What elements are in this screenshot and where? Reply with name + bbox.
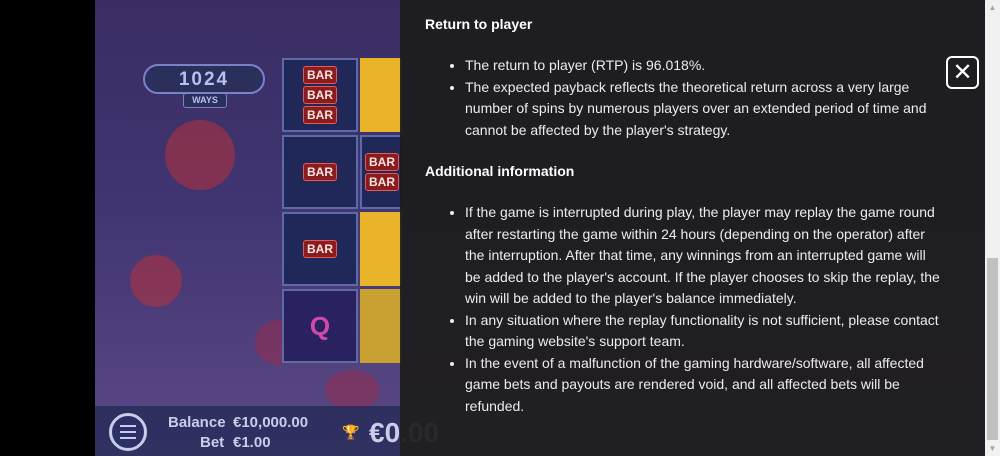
- close-icon: ✕: [952, 58, 973, 86]
- q-symbol: Q: [309, 310, 331, 341]
- section-title-additional: Additional information: [425, 163, 575, 179]
- bar-symbol: BAR: [303, 106, 337, 124]
- strawberry-decoration: [165, 120, 235, 190]
- menu-button[interactable]: [109, 413, 147, 451]
- reel-cell-q: Q: [282, 289, 358, 363]
- scrollbar[interactable]: ▲ ▼: [985, 0, 1000, 456]
- reel-cell-bar: BAR: [282, 135, 358, 209]
- additional-info-list: If the game is interrupted during play, …: [445, 202, 945, 417]
- balance-label: Balance: [168, 414, 226, 431]
- ways-counter: 1024: [143, 64, 265, 94]
- bar-symbol: BAR: [365, 153, 399, 171]
- bet-label: Bet: [200, 434, 225, 451]
- bar-symbol: BAR: [303, 163, 337, 181]
- fruit-decoration: [325, 370, 380, 410]
- rtp-list: The return to player (RTP) is 96.018%. T…: [445, 55, 945, 141]
- bar-symbol: BAR: [303, 240, 337, 258]
- reel-cell-fruit: [360, 58, 402, 132]
- list-item: In any situation where the replay functi…: [465, 310, 945, 353]
- list-item: The expected payback reflects the theore…: [465, 77, 945, 142]
- balance-value: €10,000.00: [233, 414, 309, 431]
- bar-symbol: BAR: [303, 66, 337, 84]
- hamburger-menu-icon: [120, 423, 136, 441]
- list-item: In the event of a malfunction of the gam…: [465, 353, 945, 418]
- ways-label: WAYS: [183, 93, 227, 108]
- reel-cell-bar: BAR: [282, 212, 358, 286]
- reel-cell-bar: BAR BAR BAR: [282, 58, 358, 132]
- reel-cell-bar: BAR BAR: [360, 135, 402, 209]
- reel-cell-fruit: [360, 212, 402, 286]
- bar-symbol: BAR: [365, 173, 399, 191]
- list-item: If the game is interrupted during play, …: [465, 202, 945, 310]
- strawberry-decoration: [130, 255, 182, 307]
- scrollbar-thumb[interactable]: [987, 258, 998, 440]
- bet-value: €1.00: [233, 434, 271, 451]
- left-letterbox: [0, 0, 95, 456]
- section-title-rtp: Return to player: [425, 16, 533, 32]
- bar-symbol: BAR: [303, 86, 337, 104]
- scroll-up-arrow-icon[interactable]: ▲: [985, 0, 1000, 15]
- trophy-icon: 🏆: [342, 424, 360, 440]
- scroll-down-arrow-icon[interactable]: ▼: [985, 441, 1000, 456]
- close-button[interactable]: ✕: [946, 56, 979, 89]
- list-item: The return to player (RTP) is 96.018%.: [465, 55, 945, 77]
- reel-cell-fruit: [360, 289, 402, 363]
